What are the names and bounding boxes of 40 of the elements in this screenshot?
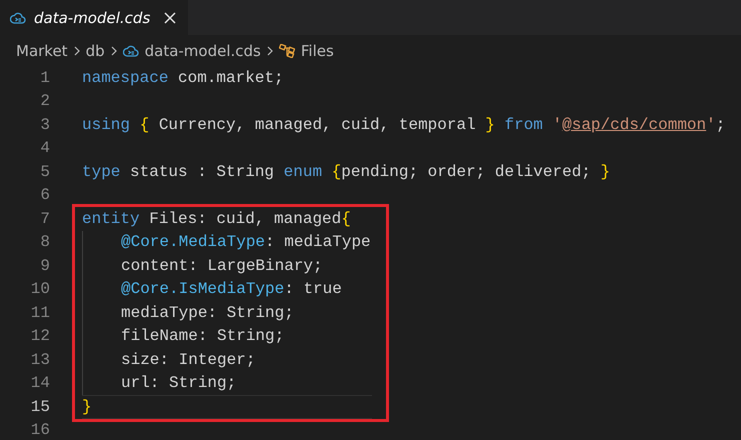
line-number: 8 [39, 233, 50, 252]
chevron-right-icon [74, 46, 80, 56]
cloud-file-icon [10, 10, 26, 24]
line-number: 4 [39, 139, 50, 158]
line-number: 15 [30, 398, 50, 416]
line-number: 7 [39, 210, 50, 228]
line-number: 14 [30, 374, 50, 392]
line-number: 3 [39, 116, 50, 134]
line-number: 2 [39, 92, 50, 110]
line-number: 13 [30, 350, 50, 369]
line-number: 6 [39, 186, 50, 204]
code-line: } [82, 398, 92, 416]
editor-tab[interactable]: data-model.cds [0, 0, 188, 35]
close-icon[interactable] [164, 12, 176, 24]
code-line: mediaType: String; [82, 301, 294, 324]
line-number: 5 [39, 162, 50, 181]
code-line: using { Currency, managed, cuid, temporal } from '@sap/cds/common'; [82, 116, 726, 134]
line-number: 16 [30, 421, 50, 440]
line-number: 9 [39, 256, 50, 275]
line-number: 11 [30, 304, 50, 322]
chevron-right-icon [110, 46, 117, 56]
code-line: @Core.IsMediaType: true [82, 278, 342, 301]
code-line: fileName: String; [82, 324, 284, 348]
cloud-file-icon [122, 44, 139, 58]
breadcrumb-item[interactable]: data-model.cds [144, 42, 261, 60]
code-line: namespace com.market; [82, 68, 284, 87]
code-line: type status : String enum {pending; order; delivered; } [82, 162, 610, 181]
code-line: entity Files: cuid, managed{ [82, 210, 351, 228]
code-line: url: String; [82, 372, 236, 395]
code-line: @Core.MediaType: mediaType [82, 230, 371, 254]
chevron-right-icon [266, 46, 273, 56]
line-number: 1 [39, 68, 50, 87]
line-number: 10 [30, 280, 50, 298]
structure-icon [278, 44, 295, 58]
code-line: size: Integer; [82, 348, 256, 372]
code-line: content: LargeBinary; [82, 254, 323, 278]
breadcrumb-item[interactable]: Market [16, 42, 68, 60]
line-number: 12 [30, 327, 50, 346]
breadcrumb-item[interactable]: Files [300, 42, 334, 60]
breadcrumb-item[interactable]: db [86, 42, 105, 60]
